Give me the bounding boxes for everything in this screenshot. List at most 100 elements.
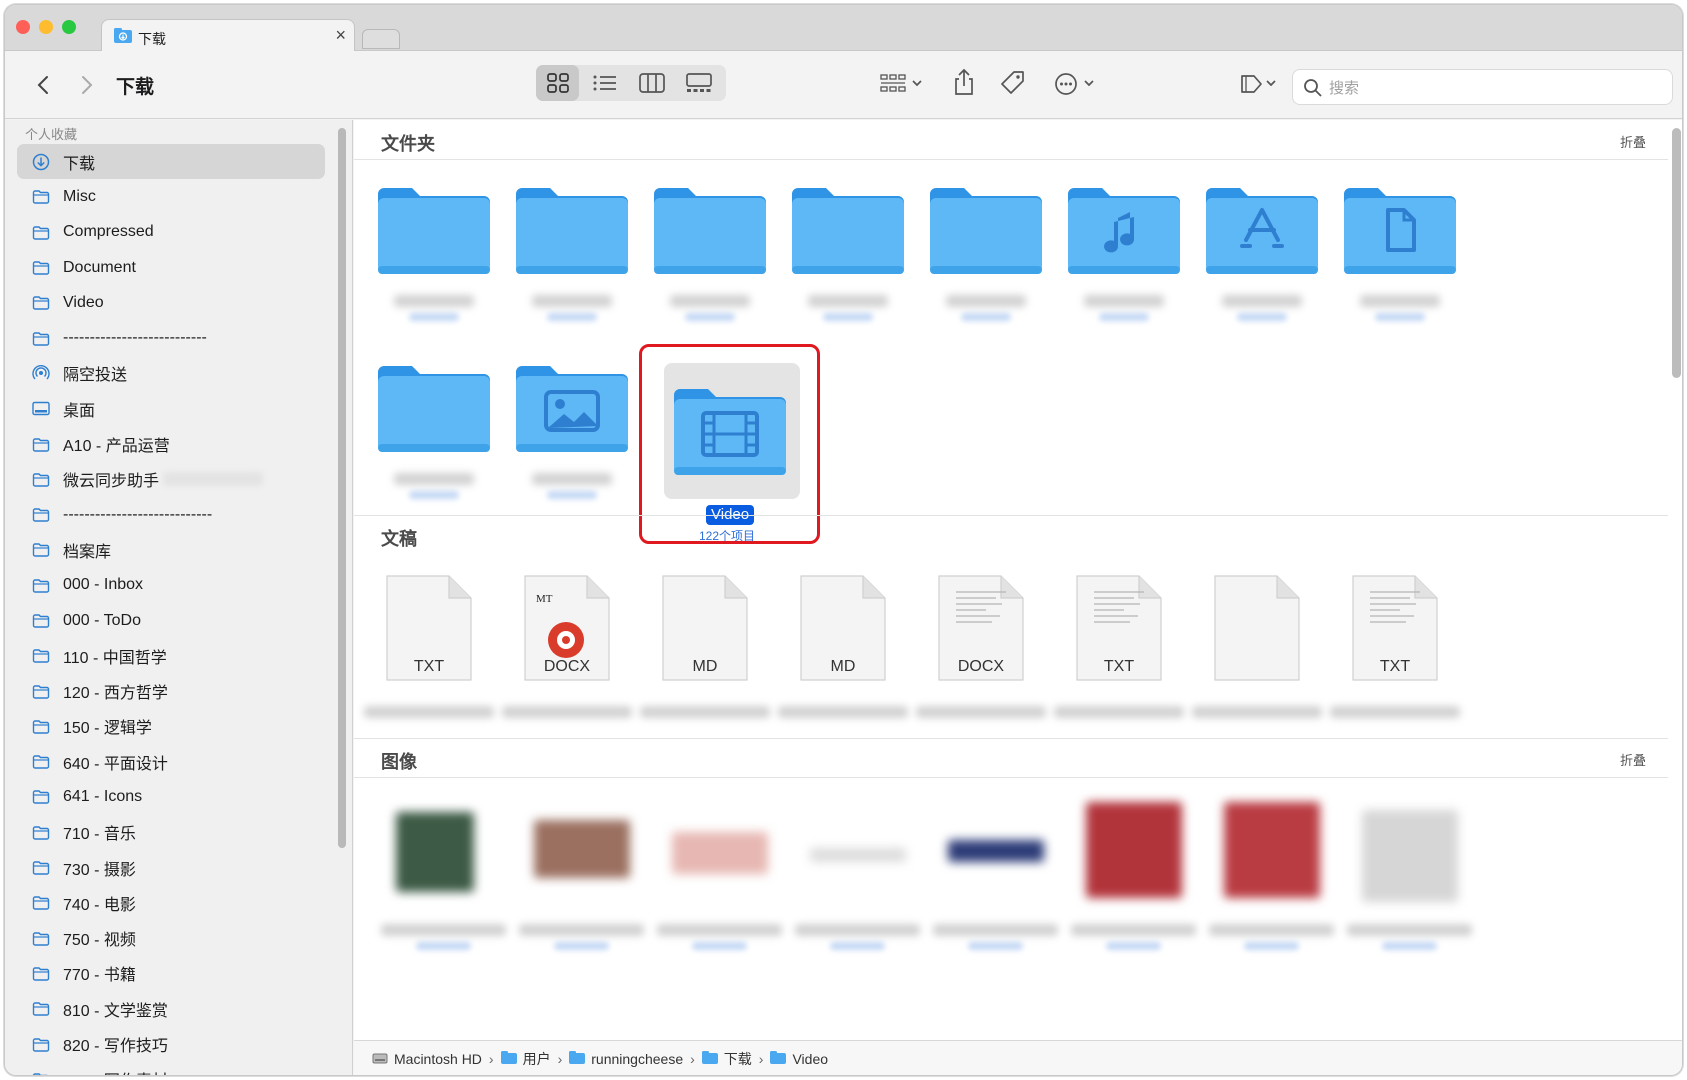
collapse-button[interactable]: 折叠 — [1620, 750, 1646, 769]
sidebar-item[interactable]: Document — [17, 250, 325, 285]
sidebar-item[interactable]: 770 - 书籍 — [17, 956, 325, 991]
sidebar-item[interactable]: 150 - 逻辑学 — [17, 709, 325, 744]
red-outline-annotation — [639, 344, 820, 544]
document-item[interactable]: MT DOCX — [522, 572, 612, 684]
gallery-view-button[interactable] — [683, 71, 715, 95]
desktop-icon — [31, 401, 51, 417]
sidebar-item[interactable]: 微云同步助手 — [17, 462, 325, 497]
tags-button[interactable] — [998, 67, 1028, 99]
sidebar-item[interactable]: 710 - 音乐 — [17, 815, 325, 850]
images-section-header: 图像 折叠 — [354, 738, 1668, 778]
folder-item[interactable] — [364, 358, 504, 518]
sidebar-item[interactable]: ---------------------------- — [17, 497, 325, 532]
sidebar-item[interactable]: 000 - ToDo — [17, 603, 325, 638]
sidebar-item[interactable]: 820 - 写作技巧 — [17, 1026, 325, 1061]
folder-item[interactable] — [502, 180, 642, 340]
folder-icon — [31, 542, 51, 558]
forward-button[interactable] — [75, 71, 99, 99]
close-tab-icon[interactable]: × — [335, 25, 346, 46]
search-input[interactable] — [1329, 76, 1659, 100]
action-menu-button[interactable] — [1053, 69, 1101, 99]
sidebar-item[interactable]: 750 - 视频 — [17, 921, 325, 956]
path-crumb-label: Video — [792, 1051, 829, 1067]
sidebar-item[interactable]: 740 - 电影 — [17, 885, 325, 920]
redacted-image-name — [933, 924, 1058, 936]
main-scrollbar[interactable] — [1672, 128, 1681, 378]
zoom-window-button[interactable] — [62, 20, 76, 34]
path-crumb[interactable]: 用户 › — [500, 1049, 570, 1069]
sidebar-scrollbar[interactable] — [338, 128, 346, 848]
redacted-image-name — [381, 924, 506, 936]
search-field[interactable] — [1292, 69, 1673, 105]
edit-tags-button[interactable] — [1238, 69, 1282, 99]
image-thumbnail[interactable] — [672, 832, 768, 874]
image-thumbnail[interactable] — [810, 848, 906, 862]
collapse-button[interactable]: 折叠 — [1620, 132, 1646, 151]
column-view-button[interactable] — [636, 71, 668, 95]
share-button[interactable] — [950, 65, 978, 99]
sidebar-item[interactable]: 120 - 西方哲学 — [17, 673, 325, 708]
folder-item[interactable] — [1054, 180, 1194, 340]
sidebar-item[interactable]: A10 - 产品运营 — [17, 426, 325, 461]
grid-icon — [547, 73, 569, 93]
folder-item[interactable] — [1192, 180, 1332, 340]
folder-icon — [31, 507, 51, 523]
icon-view-button[interactable] — [542, 71, 574, 95]
document-item[interactable]: MD — [660, 572, 750, 684]
sidebar-item[interactable]: 000 - Inbox — [17, 568, 325, 603]
path-crumb[interactable]: Video — [770, 1051, 828, 1067]
image-thumbnail[interactable] — [1362, 810, 1458, 902]
sidebar-item[interactable]: 档案库 — [17, 532, 325, 567]
list-view-button[interactable] — [589, 71, 621, 95]
group-by-button[interactable] — [877, 69, 927, 99]
sidebar-item[interactable]: 隔空投送 — [17, 356, 325, 391]
path-crumb-label: runningcheese — [591, 1051, 684, 1067]
minimize-window-button[interactable] — [39, 20, 53, 34]
folder-icon — [31, 1071, 51, 1075]
folder-item[interactable] — [502, 358, 642, 518]
document-item[interactable] — [1212, 572, 1302, 684]
document-item[interactable]: DOCX — [936, 572, 1026, 684]
svg-text:MT: MT — [536, 593, 553, 605]
sidebar-list: 下载 Misc Compressed Document Video -----------… — [17, 144, 325, 1075]
sidebar-item[interactable]: 641 - Icons — [17, 779, 325, 814]
path-crumb[interactable]: Macintosh HD › — [372, 1051, 501, 1068]
folder-item[interactable] — [364, 180, 504, 340]
new-tab-button[interactable] — [362, 29, 400, 49]
image-thumbnail[interactable] — [1086, 802, 1182, 898]
sidebar-item[interactable]: 下载 — [17, 144, 325, 180]
sidebar-item[interactable]: 810 - 文学鉴赏 — [17, 991, 325, 1026]
sidebar-item[interactable]: 640 - 平面设计 — [17, 744, 325, 779]
document-item[interactable]: MD — [798, 572, 888, 684]
path-crumb[interactable]: 下载 › — [701, 1049, 771, 1069]
document-item[interactable]: TXT — [1074, 572, 1164, 684]
tab-downloads[interactable]: 下载 × — [101, 19, 355, 52]
sidebar-item[interactable]: Video — [17, 285, 325, 320]
sidebar-item[interactable]: Misc — [17, 179, 325, 214]
redacted-document-name — [640, 706, 770, 718]
sidebar-item-label: Compressed — [63, 223, 154, 241]
toolbar: 下载 — [5, 51, 1682, 119]
image-thumbnail[interactable] — [534, 820, 630, 878]
folder-item[interactable] — [778, 180, 918, 340]
image-thumbnail[interactable] — [948, 840, 1044, 862]
folder-item[interactable] — [640, 180, 780, 340]
sidebar-item[interactable]: Compressed — [17, 215, 325, 250]
back-button[interactable] — [31, 71, 55, 99]
sidebar-item[interactable]: 110 - 中国哲学 — [17, 638, 325, 673]
sidebar-item[interactable]: 730 - 摄影 — [17, 850, 325, 885]
chevron-right-icon: › — [557, 1051, 563, 1067]
sidebar-item-label: Document — [63, 258, 136, 276]
sidebar-item[interactable]: 桌面 — [17, 391, 325, 426]
sidebar-item[interactable]: 830 - 写作素材 — [17, 1062, 325, 1075]
path-crumb[interactable]: runningcheese › — [569, 1051, 702, 1067]
folder-item[interactable] — [1330, 180, 1470, 340]
document-item[interactable]: TXT — [384, 572, 474, 684]
redacted-item-count — [1099, 313, 1149, 321]
image-thumbnail[interactable] — [396, 812, 474, 892]
sidebar-item[interactable]: --------------------------- — [17, 320, 325, 355]
document-item[interactable]: TXT — [1350, 572, 1440, 684]
close-window-button[interactable] — [16, 20, 30, 34]
folder-item[interactable] — [916, 180, 1056, 340]
image-thumbnail[interactable] — [1224, 802, 1320, 898]
